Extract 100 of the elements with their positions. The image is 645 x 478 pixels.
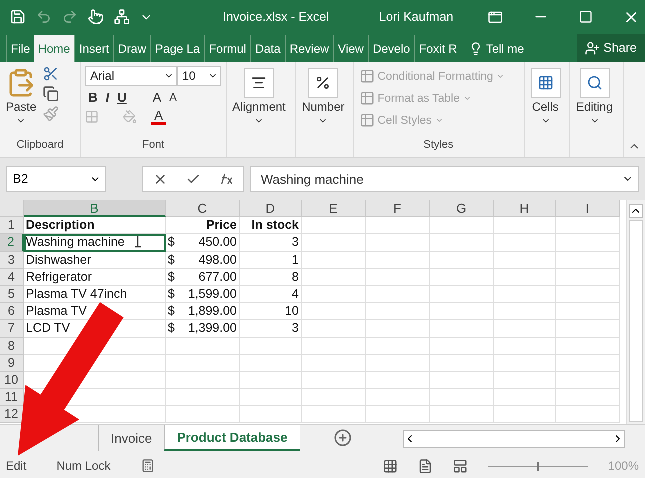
empty-cell xyxy=(366,372,430,390)
row-header[interactable]: 12 xyxy=(0,406,24,424)
cut-icon[interactable] xyxy=(42,66,59,82)
empty-cell xyxy=(430,320,494,338)
group-label: Font xyxy=(141,139,166,153)
new-sheet-icon[interactable] xyxy=(334,429,352,447)
font-name-field[interactable]: Arial xyxy=(85,66,178,86)
column-header[interactable]: F xyxy=(366,200,430,218)
empty-cell xyxy=(556,406,620,424)
underline-button[interactable]: U xyxy=(114,90,130,105)
empty-cell xyxy=(430,252,494,269)
empty-cell xyxy=(494,406,556,424)
person-plus-icon xyxy=(584,40,600,56)
function-icon[interactable] xyxy=(219,173,233,185)
empty-cell xyxy=(366,217,430,234)
row-header[interactable]: 7 xyxy=(0,320,24,338)
formula-field[interactable]: Washing machine xyxy=(250,166,639,192)
empty-cell xyxy=(430,217,494,234)
maximize-icon[interactable] xyxy=(578,10,593,24)
table-cell: $ 677.00 xyxy=(166,268,240,286)
normal-view-icon[interactable] xyxy=(383,458,398,474)
ribbon-display-icon[interactable] xyxy=(488,10,503,24)
grid-icon xyxy=(530,68,561,98)
vertical-scrollbar[interactable] xyxy=(626,200,645,424)
bold-button[interactable]: B xyxy=(85,90,101,105)
column-header[interactable]: D xyxy=(240,200,302,218)
empty-cell xyxy=(556,286,620,304)
caret-icon xyxy=(496,72,506,81)
empty-cell xyxy=(302,234,366,252)
mode-indicator: Edit xyxy=(6,459,27,473)
table-icon xyxy=(360,91,375,106)
copy-icon[interactable] xyxy=(42,86,59,102)
num-lock-indicator: Num Lock xyxy=(56,459,111,473)
row-header[interactable]: 8 xyxy=(0,338,24,355)
empty-cell xyxy=(302,217,366,234)
editing-button[interactable]: Editing xyxy=(574,66,616,157)
page-break-icon[interactable] xyxy=(453,458,468,474)
empty-cell xyxy=(366,320,430,338)
alignment-button[interactable]: Alignment xyxy=(230,66,288,157)
column-header[interactable]: B xyxy=(24,200,166,218)
calculator-icon xyxy=(140,459,155,473)
share-button[interactable]: Share xyxy=(576,34,645,62)
empty-cell xyxy=(366,303,430,320)
tell-me-button[interactable]: Tell me xyxy=(463,35,530,62)
empty-cell xyxy=(302,268,366,286)
horizontal-scrollbar[interactable] xyxy=(403,430,625,448)
fill-color-icon[interactable] xyxy=(123,110,138,124)
shrink-font-button[interactable]: A xyxy=(166,92,180,104)
cells-button[interactable]: Cells xyxy=(528,66,563,157)
row-header[interactable]: 9 xyxy=(0,354,24,372)
name-box[interactable]: B2 xyxy=(6,166,106,192)
empty-cell xyxy=(556,389,620,406)
column-header[interactable]: H xyxy=(494,200,556,218)
window-title: Invoice.xlsx - Excel xyxy=(223,10,330,24)
empty-cell xyxy=(302,320,366,338)
column-header[interactable]: C xyxy=(166,200,240,218)
scroll-track[interactable] xyxy=(629,220,643,422)
touch-mode-icon[interactable] xyxy=(88,9,104,25)
row-header[interactable]: 10 xyxy=(0,372,24,390)
column-header[interactable]: G xyxy=(430,200,494,218)
font-color-button[interactable]: A xyxy=(151,109,166,125)
italic-button[interactable]: I xyxy=(102,90,112,105)
row-header[interactable]: 1 xyxy=(0,217,24,234)
sheet-tab[interactable]: Product Database xyxy=(164,425,300,451)
selected-cell[interactable]: Washing machine xyxy=(24,234,166,252)
row-header[interactable]: 2 xyxy=(0,234,24,252)
empty-cell xyxy=(430,268,494,286)
number-button[interactable]: Number xyxy=(300,66,347,157)
empty-cell xyxy=(302,303,366,320)
row-header[interactable]: 6 xyxy=(0,303,24,320)
column-header[interactable]: I xyxy=(556,200,620,218)
empty-cell xyxy=(302,354,366,372)
zoom-slider-thumb[interactable] xyxy=(537,462,540,470)
row-header[interactable]: 3 xyxy=(0,252,24,269)
empty-cell xyxy=(430,234,494,252)
table-cell: Dishwasher xyxy=(24,252,166,269)
empty-cell xyxy=(240,406,302,424)
paste-button[interactable]: Paste xyxy=(4,66,39,139)
scroll-up-button[interactable] xyxy=(629,204,643,218)
empty-cell xyxy=(430,354,494,372)
caret-icon xyxy=(435,116,444,125)
row-header[interactable]: 11 xyxy=(0,389,24,406)
grow-font-button[interactable]: A xyxy=(150,90,165,105)
font-size-field[interactable]: 10 xyxy=(177,66,222,86)
empty-cell xyxy=(494,268,556,286)
save-icon[interactable] xyxy=(10,9,26,25)
table-icon xyxy=(360,69,375,84)
empty-cell xyxy=(366,406,430,424)
network-icon[interactable] xyxy=(114,9,130,25)
empty-cell xyxy=(366,354,430,372)
empty-cell xyxy=(366,268,430,286)
group-label: Clipboard xyxy=(16,139,65,153)
table-cell: $ 1,599.00 xyxy=(166,286,240,304)
row-header[interactable]: 4 xyxy=(0,268,24,286)
column-header[interactable]: E xyxy=(302,200,366,218)
user-name: Lori Kaufman xyxy=(379,10,454,24)
row-header[interactable]: 5 xyxy=(0,286,24,304)
empty-cell xyxy=(430,406,494,424)
page-layout-icon[interactable] xyxy=(418,458,434,474)
ribbon-tab[interactable]: Home xyxy=(34,35,74,62)
